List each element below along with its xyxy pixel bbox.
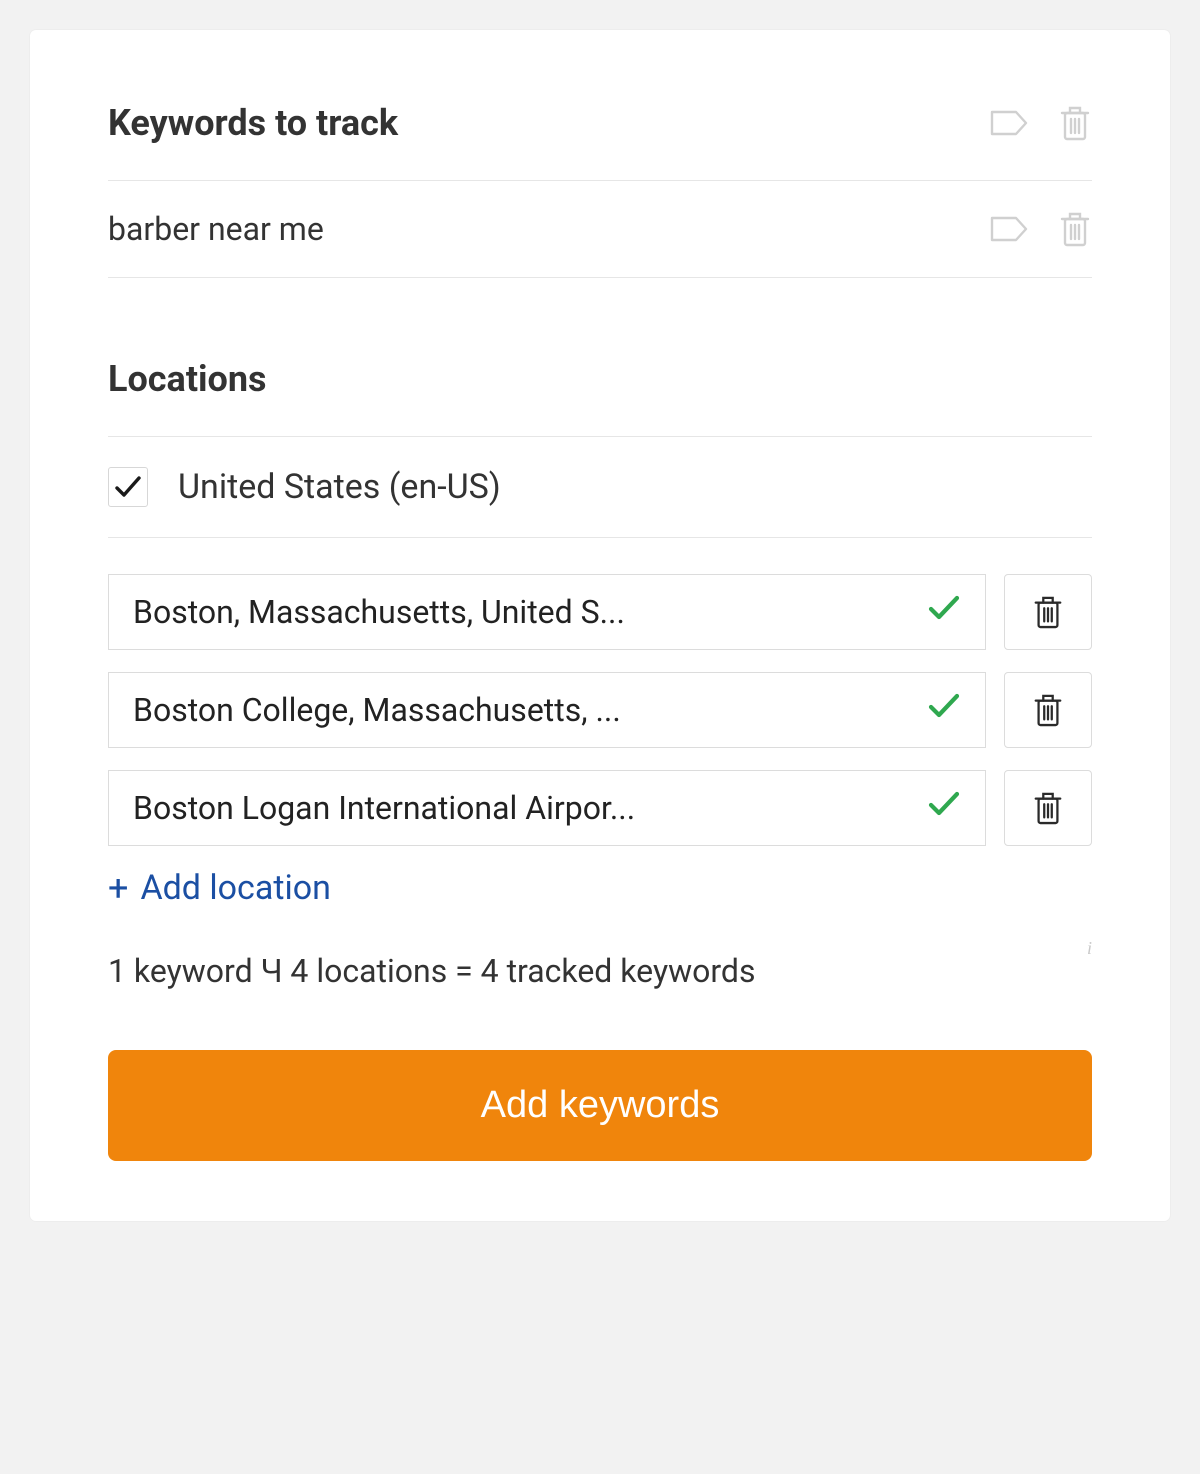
location-row: Boston College, Massachusetts, ... bbox=[108, 672, 1092, 748]
check-icon bbox=[927, 691, 961, 729]
location-input[interactable]: Boston College, Massachusetts, ... bbox=[108, 672, 986, 748]
keyword-text: barber near me bbox=[108, 210, 324, 248]
keywords-header-row: Keywords to track bbox=[108, 102, 1092, 181]
add-location-button[interactable]: + Add location bbox=[108, 868, 1092, 908]
delete-location-button[interactable] bbox=[1004, 672, 1092, 748]
location-input[interactable]: Boston Logan International Airpor... bbox=[108, 770, 986, 846]
tag-icon[interactable] bbox=[988, 106, 1030, 140]
default-location-row: United States (en-US) bbox=[108, 436, 1092, 538]
plus-icon: + bbox=[108, 870, 128, 906]
add-location-label: Add location bbox=[140, 868, 330, 908]
trash-icon[interactable] bbox=[1058, 209, 1092, 249]
location-input[interactable]: Boston, Massachusetts, United S... bbox=[108, 574, 986, 650]
keyword-row: barber near me bbox=[108, 181, 1092, 278]
add-keywords-button[interactable]: Add keywords bbox=[108, 1050, 1092, 1161]
tag-icon[interactable] bbox=[988, 212, 1030, 246]
trash-icon[interactable] bbox=[1058, 103, 1092, 143]
locations-title: Locations bbox=[108, 358, 1092, 400]
summary-text: 1 keyword Ч 4 locations = 4 tracked keyw… bbox=[108, 952, 1092, 990]
default-location-checkbox[interactable] bbox=[108, 467, 148, 507]
location-text: Boston Logan International Airpor... bbox=[133, 789, 635, 827]
location-text: Boston, Massachusetts, United S... bbox=[133, 593, 625, 631]
keywords-title: Keywords to track bbox=[108, 102, 398, 144]
check-icon bbox=[927, 789, 961, 827]
location-list: Boston, Massachusetts, United S... Bosto… bbox=[108, 574, 1092, 846]
delete-location-button[interactable] bbox=[1004, 770, 1092, 846]
location-row: Boston, Massachusetts, United S... bbox=[108, 574, 1092, 650]
location-row: Boston Logan International Airpor... bbox=[108, 770, 1092, 846]
check-icon bbox=[927, 593, 961, 631]
default-location-label: United States (en-US) bbox=[178, 467, 501, 507]
location-text: Boston College, Massachusetts, ... bbox=[133, 691, 621, 729]
info-icon[interactable]: i bbox=[1087, 938, 1092, 959]
delete-location-button[interactable] bbox=[1004, 574, 1092, 650]
keywords-locations-card: Keywords to track barber bbox=[30, 30, 1170, 1221]
